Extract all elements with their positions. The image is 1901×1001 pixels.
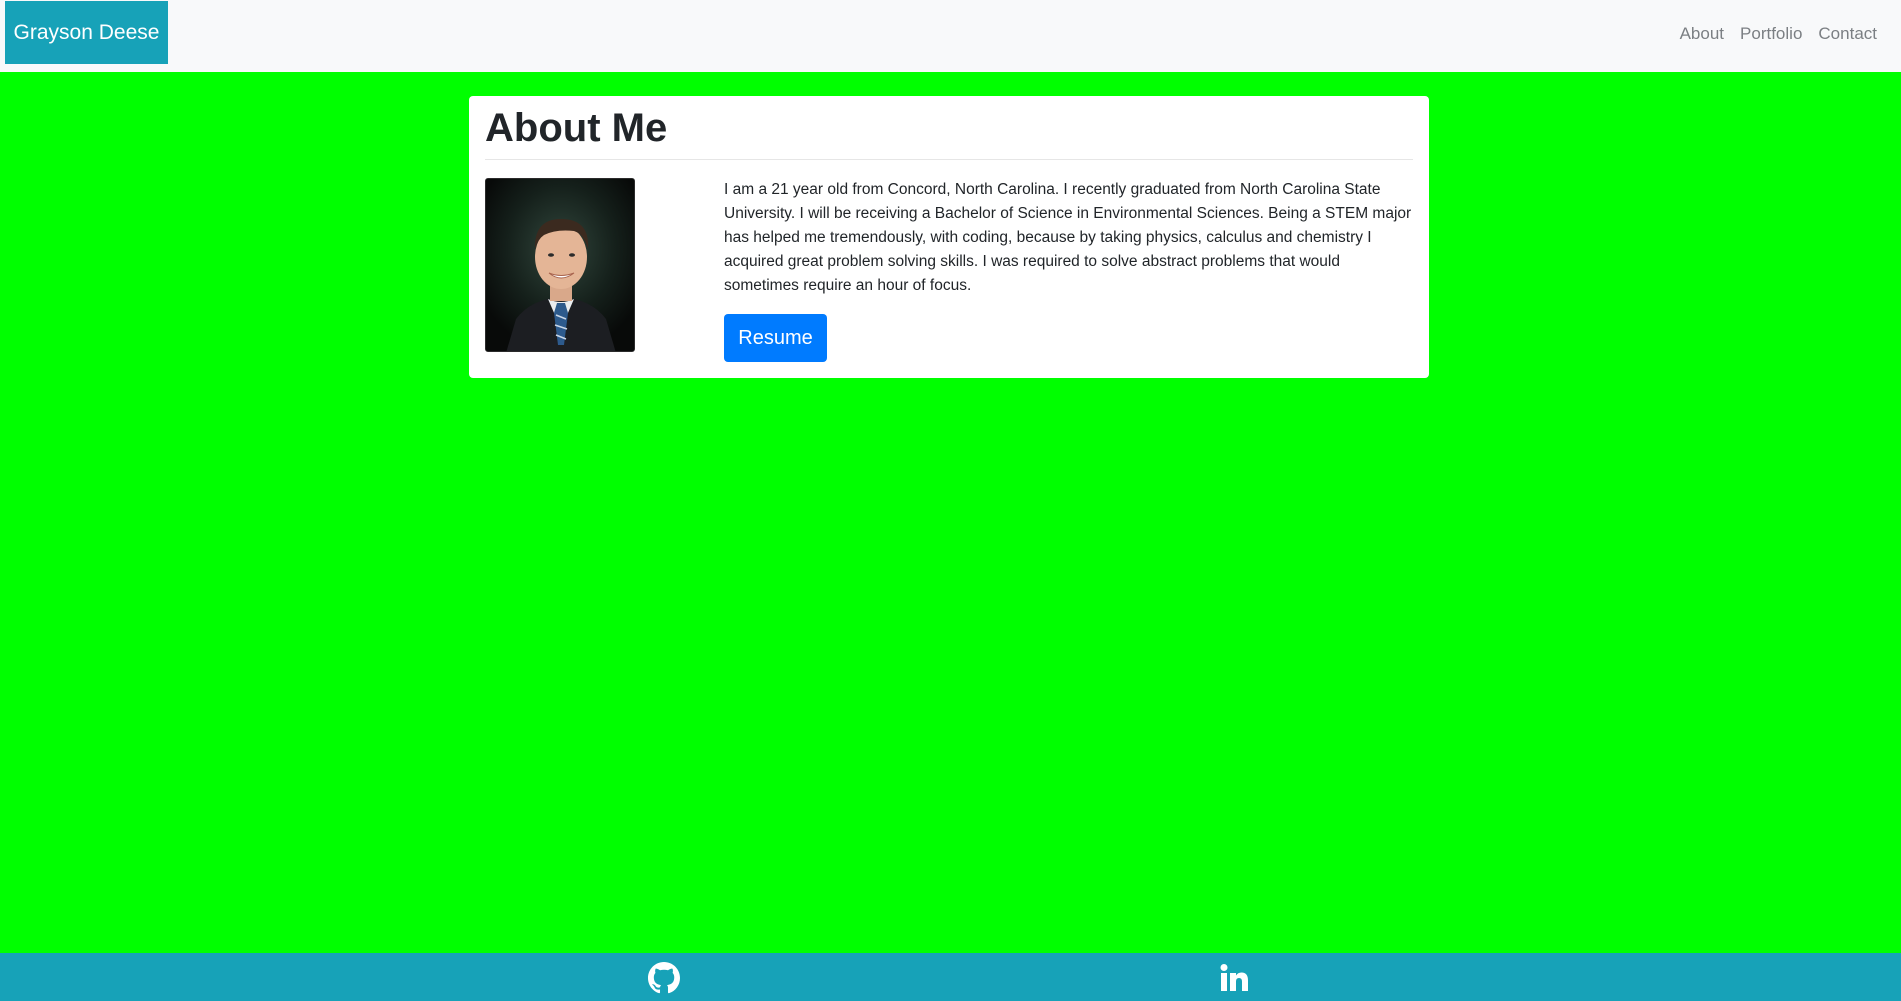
- about-card: About Me I am a 21 year old from Concord…: [469, 96, 1429, 378]
- nav-link-contact[interactable]: Contact: [1810, 24, 1885, 44]
- navbar: Grayson Deese About Portfolio Contact: [0, 0, 1901, 72]
- footer: [0, 953, 1901, 1001]
- github-icon[interactable]: [648, 962, 680, 994]
- page-title: About Me: [485, 106, 668, 150]
- bio-text: I am a 21 year old from Concord, North C…: [724, 181, 1412, 294]
- profile-photo: [485, 178, 635, 352]
- nav-link-portfolio[interactable]: Portfolio: [1732, 24, 1810, 44]
- nav-links: About Portfolio Contact: [1672, 0, 1885, 67]
- brand-link[interactable]: Grayson Deese: [5, 1, 168, 64]
- portrait-image: [486, 179, 634, 351]
- divider: [485, 159, 1413, 160]
- nav-link-about[interactable]: About: [1672, 24, 1732, 44]
- resume-button[interactable]: Resume: [724, 314, 827, 362]
- linkedin-icon[interactable]: [1218, 962, 1250, 994]
